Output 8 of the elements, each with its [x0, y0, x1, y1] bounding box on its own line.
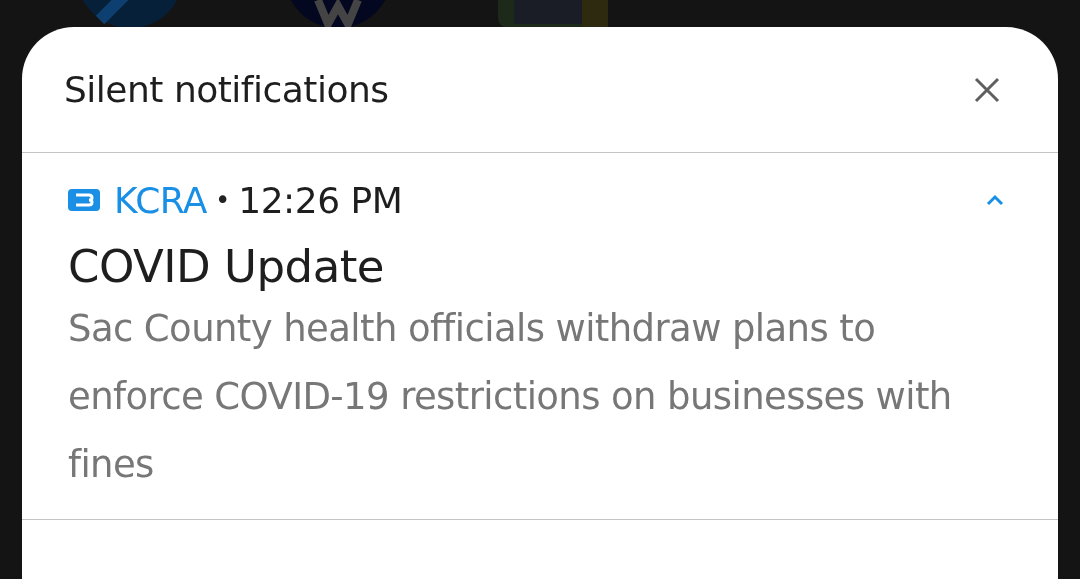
- separator-dot: •: [214, 185, 231, 215]
- app-logo-icon: [68, 189, 100, 211]
- notification-title: COVID Update: [68, 239, 386, 295]
- notification-body: Sac County health officials withdraw plans to enforce COVID-19 restrictions on businesses with fines: [68, 306, 953, 488]
- caret-icon[interactable]: [986, 194, 1004, 206]
- notification-time: 12:26 PM: [238, 179, 403, 221]
- panel-title: Silent notifications: [64, 69, 389, 110]
- app-name: KCRA: [114, 179, 207, 221]
